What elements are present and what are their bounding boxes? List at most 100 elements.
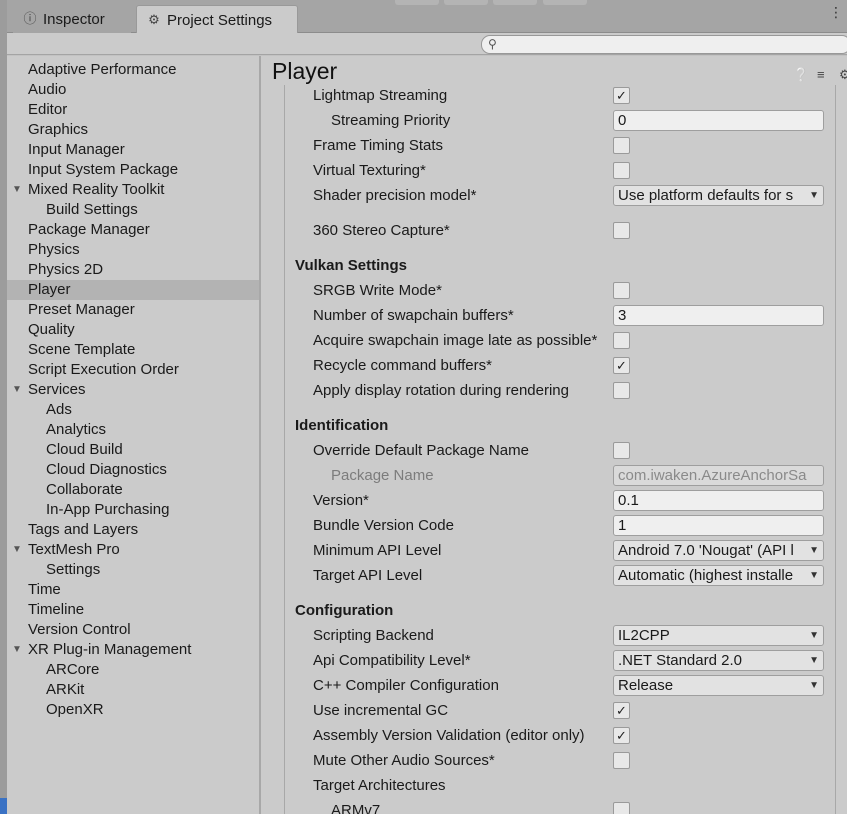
sidebar-item-label: Preset Manager [28,301,135,318]
sidebar-item-editor[interactable]: Editor [7,100,259,120]
setting-label: Acquire swapchain image late as possible… [313,332,598,349]
sidebar-item-version-control[interactable]: Version Control [7,620,259,640]
sidebar-item-openxr[interactable]: OpenXR [7,700,259,720]
setting-label: ARMv7 [331,802,381,814]
sidebar-item-cloud-build[interactable]: Cloud Build [7,440,259,460]
setting-checkbox[interactable]: ✓ [613,87,630,104]
setting-text-field[interactable]: 1 [613,515,824,536]
search-input[interactable]: ⚲ [481,35,847,54]
setting-label: 360 Stereo Capture* [313,222,450,239]
setting-checkbox[interactable] [613,222,630,239]
window-edge-accent [0,798,7,814]
sidebar-item-preset-manager[interactable]: Preset Manager [7,300,259,320]
sidebar-item-adaptive-performance[interactable]: Adaptive Performance [7,60,259,80]
player-settings-list: Lightmap Streaming ✓ Streaming Priority 0 Fr… [284,85,836,814]
sidebar-item-time[interactable]: Time [7,580,259,600]
setting-dropdown[interactable]: Android 7.0 'Nougat' (API l ▼ [613,540,824,561]
tab-project-settings[interactable]: ⚙ Project Settings [136,5,298,34]
setting-checkbox[interactable] [613,442,630,459]
setting-text-field[interactable]: 0.1 [613,490,824,511]
sidebar-item-collaborate[interactable]: Collaborate [7,480,259,500]
search-icon: ⚲ [488,37,497,51]
sidebar-item-quality[interactable]: Quality [7,320,259,340]
setting-checkbox[interactable] [613,802,630,814]
sidebar-item-tags-and-layers[interactable]: Tags and Layers [7,520,259,540]
sidebar-item-label: Physics 2D [28,261,104,278]
setting-label: Bundle Version Code [313,517,454,534]
sidebar-item-ads[interactable]: Ads [7,400,259,420]
setting-checkbox[interactable] [613,752,630,769]
setting-label: Frame Timing Stats [313,137,444,154]
setting-dropdown[interactable]: IL2CPP ▼ [613,625,824,646]
setting-row-360-stereo-capture: 360 Stereo Capture* [285,218,835,243]
sidebar-item-label: Analytics [46,421,107,438]
setting-row-target-api-level: Target API Level Automatic (highest insta… [285,563,835,588]
setting-checkbox[interactable] [613,162,630,179]
expand-arrow-icon[interactable]: ▼ [12,180,22,200]
sidebar-item-graphics[interactable]: Graphics [7,120,259,140]
presets-icon[interactable]: ≡ [817,67,825,82]
expand-arrow-icon[interactable]: ▼ [12,380,22,400]
dropdown-value: .NET Standard 2.0 [618,652,742,669]
setting-dropdown[interactable]: .NET Standard 2.0 ▼ [613,650,824,671]
settings-icon[interactable]: ⚙ [839,67,847,83]
sidebar-item-label: Graphics [28,121,89,138]
sidebar-item-player[interactable]: Player [7,280,259,300]
sidebar-item-physics[interactable]: Physics [7,240,259,260]
tab-inspector[interactable]: ⓘ Inspector [13,5,131,33]
unity-editor-window: ⓘ Inspector ⚙ Project Settings ⋮ ⚲ Adapt… [0,0,847,814]
setting-text-field[interactable]: 0 [613,110,824,131]
sidebar-item-settings[interactable]: Settings [7,560,259,580]
setting-dropdown[interactable]: Release ▼ [613,675,824,696]
sidebar-item-label: Input System Package [28,161,179,178]
expand-arrow-icon[interactable]: ▼ [12,540,22,560]
sidebar-item-label: Editor [28,101,68,118]
sidebar-item-label: Audio [28,81,67,98]
sidebar-item-build-settings[interactable]: Build Settings [7,200,259,220]
window-edge [0,0,7,814]
expand-arrow-icon[interactable]: ▼ [12,640,22,660]
sidebar-item-timeline[interactable]: Timeline [7,600,259,620]
setting-label: Number of swapchain buffers* [313,307,514,324]
sidebar-item-package-manager[interactable]: Package Manager [7,220,259,240]
sidebar-item-scene-template[interactable]: Scene Template [7,340,259,360]
sidebar-item-label: Version Control [28,621,131,638]
sidebar-item-analytics[interactable]: Analytics [7,420,259,440]
setting-checkbox[interactable]: ✓ [613,702,630,719]
sidebar-item-arcore[interactable]: ARCore [7,660,259,680]
sidebar-item-cloud-diagnostics[interactable]: Cloud Diagnostics [7,460,259,480]
setting-row-shader-precision-model: Shader precision model* Use platform defa… [285,183,835,208]
sidebar-item-script-execution-order[interactable]: Script Execution Order [7,360,259,380]
setting-dropdown[interactable]: Use platform defaults for s ▼ [613,185,824,206]
setting-checkbox[interactable] [613,282,630,299]
sidebar-item-physics-2d[interactable]: Physics 2D [7,260,259,280]
setting-dropdown[interactable]: Automatic (highest installe ▼ [613,565,824,586]
sidebar-item-services[interactable]: ▼ Services [7,380,259,400]
sidebar-item-label: In-App Purchasing [46,501,170,518]
sidebar-item-in-app-purchasing[interactable]: In-App Purchasing [7,500,259,520]
setting-row-virtual-texturing: Virtual Texturing* [285,158,835,183]
sidebar-item-input-system-package[interactable]: Input System Package [7,160,259,180]
setting-checkbox[interactable]: ✓ [613,357,630,374]
sidebar-item-mixed-reality-toolkit[interactable]: ▼ Mixed Reality Toolkit [7,180,259,200]
sidebar-item-xr-plug-in-management[interactable]: ▼ XR Plug-in Management [7,640,259,660]
sidebar-item-audio[interactable]: Audio [7,80,259,100]
sidebar-item-input-manager[interactable]: Input Manager [7,140,259,160]
chevron-down-icon: ▼ [809,570,819,581]
setting-row-package-name: Package Name com.iwaken.AzureAnchorSa [285,463,835,488]
search-bar: ⚲ [7,33,847,55]
sidebar-item-label: Cloud Diagnostics [46,461,167,478]
setting-checkbox[interactable] [613,332,630,349]
setting-text-field[interactable]: 3 [613,305,824,326]
page-title: Player [272,58,338,84]
sidebar-item-textmesh-pro[interactable]: ▼ TextMesh Pro [7,540,259,560]
setting-checkbox[interactable] [613,137,630,154]
setting-checkbox[interactable] [613,382,630,399]
dropdown-value: Android 7.0 'Nougat' (API l [618,542,794,559]
sidebar-item-arkit[interactable]: ARKit [7,680,259,700]
setting-row-lightmap-streaming: Lightmap Streaming ✓ [285,85,835,108]
setting-label: Apply display rotation during rendering [313,382,569,399]
setting-checkbox[interactable]: ✓ [613,727,630,744]
more-options-icon[interactable]: ⋮ [829,5,843,19]
help-icon[interactable]: ❔ [793,67,809,83]
